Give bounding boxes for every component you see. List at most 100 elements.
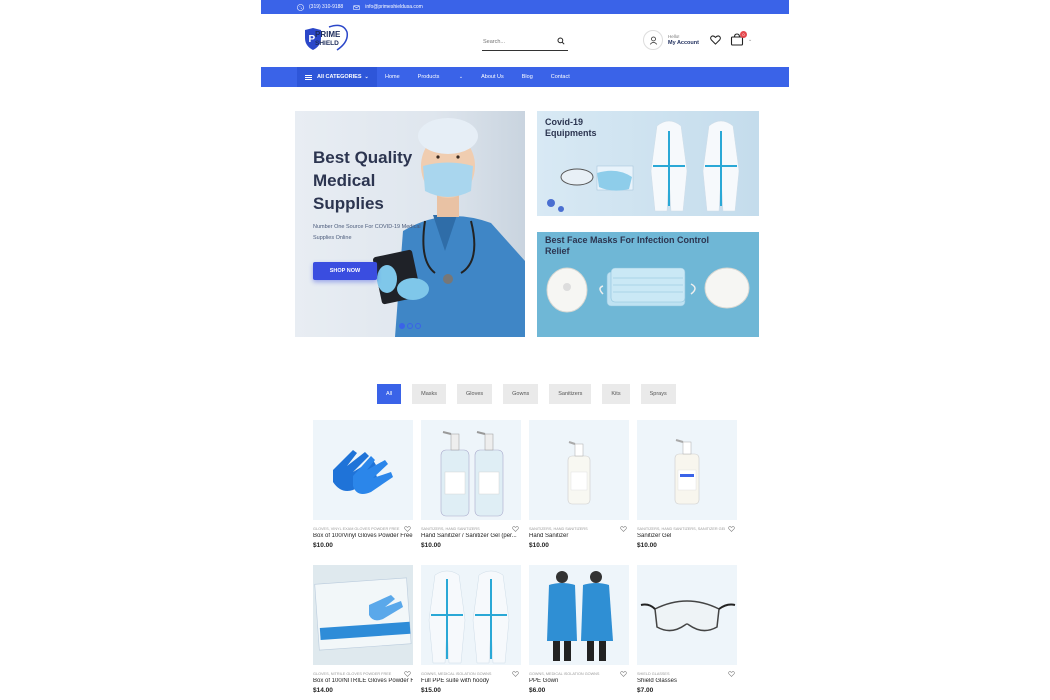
product-image[interactable] bbox=[421, 565, 521, 665]
product-card[interactable]: GLOVES, VINYL EXAM GLOVES POWDER FREE Bo… bbox=[313, 420, 413, 549]
nav-about-us[interactable]: About Us bbox=[481, 74, 504, 80]
filter-masks[interactable]: Masks bbox=[412, 384, 447, 404]
ppe-gown-image bbox=[547, 571, 613, 661]
product-name[interactable]: Box of 100/NITRILE Gloves Powder F... bbox=[313, 678, 413, 684]
covid-equipment-banner[interactable]: Covid-19 Equipments bbox=[537, 111, 759, 216]
product-categories: GOWNS, MEDICAL ISOLATION GOWNS bbox=[529, 672, 600, 676]
product-name[interactable]: Sanitizer Gel bbox=[637, 533, 737, 539]
product-image[interactable] bbox=[637, 565, 737, 665]
product-name[interactable]: Shield Glasses bbox=[637, 678, 737, 684]
wishlist-heart-icon[interactable] bbox=[728, 526, 735, 532]
account-avatar bbox=[643, 30, 663, 50]
wishlist-heart-icon[interactable] bbox=[404, 671, 411, 677]
slider-dots bbox=[399, 323, 423, 329]
product-name[interactable]: Hand Sanitizer / Sanitizer Gel (per... bbox=[421, 533, 521, 539]
svg-text:PRIME: PRIME bbox=[315, 30, 341, 39]
nav-contact[interactable]: Contact bbox=[551, 74, 570, 80]
product-categories: SANITIZERS, HAND SANITIZERS, SANITIZER G… bbox=[637, 527, 725, 531]
product-image[interactable] bbox=[637, 420, 737, 520]
email-address: info@primeshieldusa.com bbox=[365, 4, 423, 10]
nav-blog[interactable]: Blog bbox=[522, 74, 533, 80]
product-price: $6.00 bbox=[529, 687, 546, 694]
site-header: P PRIME SHIELD Hello! My Account 0 ⌄ bbox=[261, 14, 789, 67]
nav-links: Home Products ⌄ About Us Blog Contact bbox=[385, 67, 588, 87]
product-price: $14.00 bbox=[313, 687, 333, 694]
product-image[interactable] bbox=[421, 420, 521, 520]
nav-products[interactable]: Products ⌄ bbox=[418, 74, 463, 80]
product-filter-tabs: All Masks Gloves Gowns Sanitizers Kits S… bbox=[377, 384, 687, 404]
face-masks-banner[interactable]: Best Face Masks For Infection Control Re… bbox=[537, 232, 759, 337]
product-card[interactable]: GOWNS, MEDICAL ISOLATION GOWNS PPE Gown … bbox=[529, 565, 629, 694]
hero-slider: Best Quality Medical Supplies Number One… bbox=[295, 111, 525, 337]
product-price: $10.00 bbox=[529, 542, 549, 549]
all-categories-menu[interactable]: All CATEGORIES ⌄ bbox=[297, 67, 377, 87]
ppe-suit-image bbox=[428, 570, 510, 664]
mail-icon bbox=[353, 4, 360, 10]
filter-all[interactable]: All bbox=[377, 384, 402, 404]
shield-glasses-image bbox=[640, 600, 736, 632]
product-name[interactable]: Full PPE suite with hoody bbox=[421, 678, 521, 684]
product-card[interactable]: SHIELD GLASSES Shield Glasses $7.00 bbox=[637, 565, 737, 694]
product-price: $15.00 bbox=[421, 687, 441, 694]
banner-title: Covid-19 Equipments bbox=[545, 117, 597, 138]
wishlist-heart-icon[interactable] bbox=[512, 671, 519, 677]
product-categories: GOWNS, MEDICAL ISOLATION GOWNS bbox=[421, 672, 492, 676]
filter-sanitizers[interactable]: Sanitizers bbox=[549, 384, 592, 404]
cart-button[interactable]: 0 bbox=[730, 31, 747, 46]
site-logo[interactable]: P PRIME SHIELD bbox=[299, 24, 355, 56]
wishlist-heart-icon[interactable] bbox=[512, 526, 519, 532]
product-price: $10.00 bbox=[637, 542, 657, 549]
all-categories-label: All CATEGORIES bbox=[317, 74, 362, 80]
product-categories: SANITIZERS, HAND SANITIZERS bbox=[421, 527, 480, 531]
product-card[interactable]: SANITIZERS, HAND SANITIZERS Hand Sanitiz… bbox=[421, 420, 521, 549]
slider-dot-3[interactable] bbox=[415, 323, 421, 329]
product-price: $10.00 bbox=[313, 542, 333, 549]
slider-dot-1[interactable] bbox=[399, 323, 405, 329]
filter-gloves[interactable]: Gloves bbox=[457, 384, 493, 404]
wishlist-heart-icon[interactable] bbox=[620, 671, 627, 677]
slider-dot-2[interactable] bbox=[407, 323, 413, 329]
wishlist-heart-icon[interactable] bbox=[404, 526, 411, 532]
vinyl-gloves-image bbox=[333, 450, 393, 494]
product-categories: GLOVES, VINYL EXAM GLOVES POWDER FREE bbox=[313, 527, 400, 531]
search-box bbox=[482, 34, 568, 51]
product-card[interactable]: SANITIZERS, HAND SANITIZERS, SANITIZER G… bbox=[637, 420, 737, 549]
product-categories: GLOVES, NITRILE GLOVES POWDER FREE bbox=[313, 672, 392, 676]
product-image[interactable] bbox=[529, 565, 629, 665]
product-price: $10.00 bbox=[421, 542, 441, 549]
hamburger-icon bbox=[305, 74, 312, 80]
sanitizer-bottle-image bbox=[567, 441, 591, 505]
email-contact[interactable]: info@primeshieldusa.com bbox=[353, 4, 423, 11]
product-card[interactable]: GLOVES, NITRILE GLOVES POWDER FREE Box o… bbox=[313, 565, 413, 694]
filter-sprays[interactable]: Sprays bbox=[640, 384, 676, 404]
chevron-down-icon: ⌄ bbox=[364, 74, 369, 80]
product-name[interactable]: Box of 100/Vinyl Gloves Powder Free bbox=[313, 533, 413, 539]
product-card[interactable]: SANITIZERS, HAND SANITIZERS Hand Sanitiz… bbox=[529, 420, 629, 549]
chevron-down-icon[interactable]: ⌄ bbox=[748, 37, 752, 43]
wishlist-heart-icon[interactable] bbox=[710, 35, 721, 45]
product-price: $7.00 bbox=[637, 687, 654, 694]
cart-count-badge: 0 bbox=[740, 31, 747, 38]
product-name[interactable]: PPE Gown bbox=[529, 678, 629, 684]
product-categories: SANITIZERS, HAND SANITIZERS bbox=[529, 527, 588, 531]
phone-contact[interactable]: (319) 310-9188 bbox=[297, 3, 344, 11]
shop-now-button[interactable]: SHOP NOW bbox=[313, 262, 377, 280]
phone-number: (319) 310-9188 bbox=[309, 4, 344, 10]
product-image[interactable] bbox=[313, 420, 413, 520]
search-input[interactable] bbox=[482, 39, 552, 45]
product-name[interactable]: Hand Sanitizer bbox=[529, 533, 629, 539]
search-icon[interactable] bbox=[557, 37, 565, 45]
product-image[interactable] bbox=[313, 565, 413, 665]
wishlist-heart-icon[interactable] bbox=[728, 671, 735, 677]
sanitizer-gel-image bbox=[674, 439, 700, 505]
filter-gowns[interactable]: Gowns bbox=[503, 384, 539, 404]
nav-home[interactable]: Home bbox=[385, 74, 400, 80]
chevron-down-icon: ⌄ bbox=[458, 74, 464, 80]
logo-shield-icon: P PRIME SHIELD bbox=[305, 24, 349, 51]
filter-kits[interactable]: Kits bbox=[602, 384, 630, 404]
account-link[interactable]: Hello! My Account bbox=[643, 30, 699, 50]
product-card[interactable]: GOWNS, MEDICAL ISOLATION GOWNS Full PPE … bbox=[421, 565, 521, 694]
wishlist-heart-icon[interactable] bbox=[620, 526, 627, 532]
product-image[interactable] bbox=[529, 420, 629, 520]
user-icon bbox=[649, 36, 657, 45]
